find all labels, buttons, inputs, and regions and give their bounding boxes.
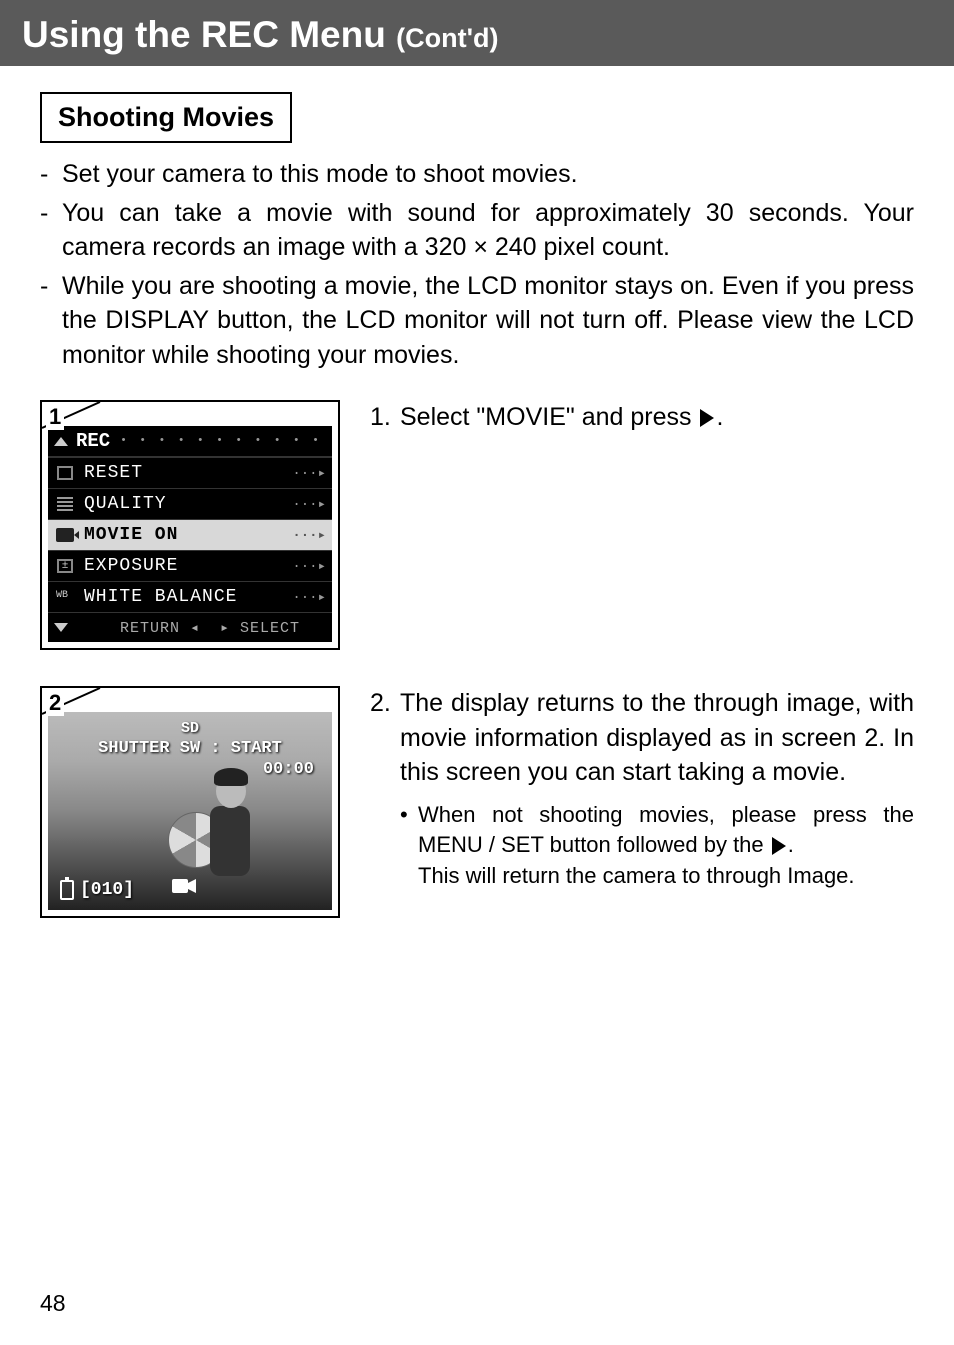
return-label: RETURN xyxy=(120,620,180,637)
select-label: SELECT xyxy=(240,620,300,637)
arrow-right-icon: ···▸ xyxy=(292,527,326,544)
screenshot-number: 2 xyxy=(46,690,64,716)
movie-icon xyxy=(54,526,76,544)
sub-bullet-dot: • xyxy=(400,800,418,892)
white-balance-icon: WB xyxy=(54,588,76,606)
step-2-text: 2. The display returns to the through im… xyxy=(370,686,914,892)
frame-counter: [010] xyxy=(80,880,134,900)
step-1-row: 1 REC • • • • • • • • • • • RESET ···▸ xyxy=(40,400,914,650)
triangle-right-icon xyxy=(772,837,786,855)
battery-icon xyxy=(60,880,74,900)
menu-item-label: WHITE BALANCE xyxy=(84,587,292,607)
screenshot-1: 1 REC • • • • • • • • • • • RESET ···▸ xyxy=(40,400,340,650)
reset-icon xyxy=(54,464,76,482)
bullet-text-3: While you are shooting a movie, the LCD … xyxy=(62,269,914,373)
step-number: 1. xyxy=(370,400,400,435)
menu-item-label: EXPOSURE xyxy=(84,556,292,576)
bullet-text-1: Set your camera to this mode to shoot mo… xyxy=(62,157,914,192)
header-cont: (Cont'd) xyxy=(396,23,498,53)
chevron-down-icon xyxy=(54,623,68,632)
bullet-text-2: You can take a movie with sound for appr… xyxy=(62,196,914,265)
step-2-row: 2 SD SHUTTER SW : START 00:00 xyxy=(40,686,914,918)
sub-text-line2: This will return the camera to through I… xyxy=(418,863,855,888)
sub-text-after: . xyxy=(788,832,794,857)
menu-item-exposure: ± EXPOSURE ···▸ xyxy=(48,550,332,581)
footer-nav: RETURN ◂ ▸ SELECT xyxy=(94,618,326,637)
time-counter: 00:00 xyxy=(263,760,314,779)
step-text-before: Select "MOVIE" and press xyxy=(400,403,698,431)
step-1-text: 1. Select "MOVIE" and press . xyxy=(370,400,914,435)
bullet-dash: - xyxy=(40,269,62,373)
arrow-right-icon: ···▸ xyxy=(292,465,326,482)
rec-menu: REC • • • • • • • • • • • RESET ···▸ QUA… xyxy=(48,426,332,642)
movie-mode-icon xyxy=(172,877,196,900)
section-label: Shooting Movies xyxy=(40,92,292,143)
menu-item-white-balance: WB WHITE BALANCE ···▸ xyxy=(48,581,332,612)
header-title: Using the REC Menu xyxy=(22,14,396,55)
menu-item-label: QUALITY xyxy=(84,494,292,514)
page-header: Using the REC Menu (Cont'd) xyxy=(0,0,954,66)
subject-illustration xyxy=(168,766,258,886)
through-image-preview: SD SHUTTER SW : START 00:00 [010] xyxy=(48,712,332,910)
screenshot-2: 2 SD SHUTTER SW : START 00:00 xyxy=(40,686,340,918)
arrow-right-icon: ···▸ xyxy=(292,558,326,575)
bottom-overlay: [010] xyxy=(60,880,134,900)
quality-icon xyxy=(54,495,76,513)
dots-icon: • • • • • • • • • • • xyxy=(120,435,326,447)
sd-indicator: SD xyxy=(48,720,332,737)
menu-item-movie: MOVIE ON ···▸ xyxy=(48,519,332,550)
menu-item-reset: RESET ···▸ xyxy=(48,457,332,488)
sub-bullet-text: When not shooting movies, please press t… xyxy=(418,800,914,892)
triangle-right-icon xyxy=(700,409,714,427)
bullet-dash: - xyxy=(40,157,62,192)
menu-item-quality: QUALITY ···▸ xyxy=(48,488,332,519)
step-number: 2. xyxy=(370,686,400,892)
step-body: Select "MOVIE" and press . xyxy=(400,400,914,435)
sub-text-before: When not shooting movies, please press t… xyxy=(418,802,914,858)
menu-item-label: MOVIE ON xyxy=(84,525,292,545)
step-main-text: The display returns to the through image… xyxy=(400,689,914,786)
exposure-icon: ± xyxy=(54,557,76,575)
arrow-right-icon: ···▸ xyxy=(292,589,326,606)
shutter-label: SHUTTER SW : START xyxy=(48,739,332,758)
step-text-after: . xyxy=(716,403,723,431)
chevron-up-icon xyxy=(54,437,68,446)
arrow-right-icon: ···▸ xyxy=(292,496,326,513)
step-body: The display returns to the through image… xyxy=(400,686,914,892)
rec-menu-title: REC xyxy=(76,430,110,452)
page-number: 48 xyxy=(40,1290,66,1317)
menu-item-label: RESET xyxy=(84,463,292,483)
screenshot-number: 1 xyxy=(46,404,64,430)
intro-bullets: - Set your camera to this mode to shoot … xyxy=(40,157,914,372)
bullet-dash: - xyxy=(40,196,62,265)
